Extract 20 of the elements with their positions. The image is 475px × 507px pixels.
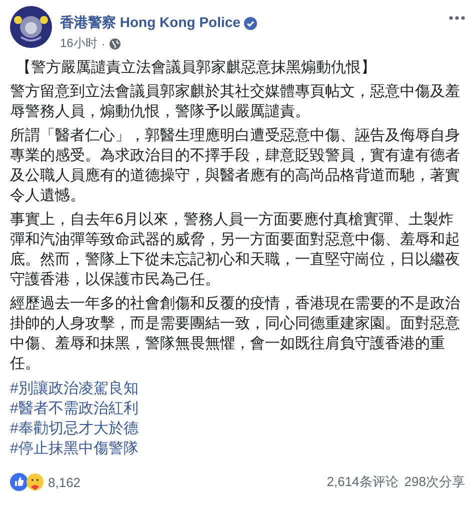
post-paragraph: 事實上，自去年6月以來，警務人員一方面要應付真槍實彈、土製炸彈和汽油彈等致命武器的威脅，另一方面要面對惡意中傷、羞辱和起底。然而，警隊上下從未忘記初心和天職，一直堅守崗位，日以繼夜守護香港，以保護市民為己任。 [10,210,461,290]
post-time[interactable]: 16小时 [60,35,98,52]
hashtag-link[interactable]: #奉勸切忌才大於德 [10,419,138,439]
post-paragraph: 警方留意到立法會議員郭家麒於其社交媒體專頁帖文，惡意中傷及羞辱警務人員，煽動仇恨，警隊予以嚴厲譴責。 [10,82,461,122]
page-name[interactable]: 香港警察 Hong Kong Police [60,14,240,32]
post-paragraph: 經歷過去一年多的社會創傷和反覆的疫情，香港現在需要的不是政治掛帥的人身攻擊，而是需要團結一致，同心同德重建家園。面對惡意中傷、羞辱和抹黑，警隊無畏無懼，會一如既往肩負守護香港的重任。 [10,294,461,374]
page-avatar[interactable] [10,6,52,48]
separator: · [101,36,106,50]
care-reaction-icon[interactable] [26,473,44,491]
hashtag-link[interactable]: #醫者不需政治紅利 [10,399,138,419]
globe-icon [109,38,122,50]
share-count[interactable]: 298次分享 [404,473,465,491]
reaction-count[interactable]: 8,162 [48,474,81,490]
post-paragraph: 所謂「醫者仁心」，郭醫生理應明白遭受惡意中傷、誣告及侮辱自身專業的感受。為求政治目的不擇手段，肆意貶毀警員，實有違有德者及公職人員應有的道德操守，與醫者應有的高尚品格背道而馳，著實令人遺憾。 [10,126,461,206]
hashtag-link[interactable]: #停止抹黑中傷警隊 [10,439,138,459]
like-reaction-icon[interactable] [10,473,28,491]
hashtag-link[interactable]: #別讓政治凌駕良知 [10,379,138,399]
post-headline: 【警方嚴厲譴責立法會議員郭家麒惡意抹黑煽動仇恨】 [16,58,377,78]
more-options-icon[interactable] [449,16,465,20]
comment-count[interactable]: 2,614条评论 [326,473,398,491]
